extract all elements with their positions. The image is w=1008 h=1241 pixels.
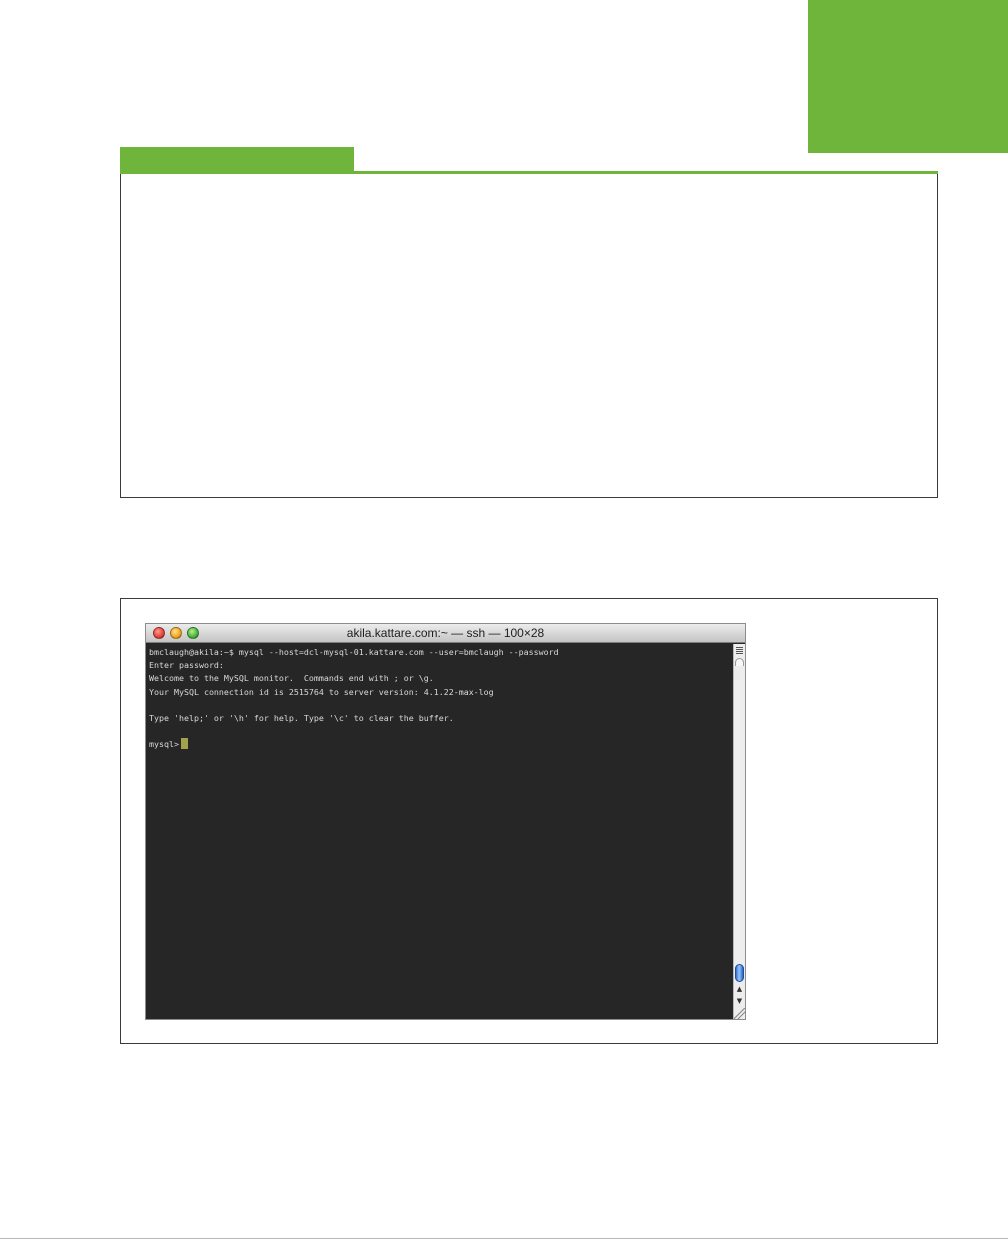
- split-pane-icon[interactable]: [736, 647, 743, 654]
- scroll-track-cap: [735, 658, 744, 666]
- terminal-titlebar[interactable]: akila.kattare.com:~ — ssh — 100×28: [146, 624, 745, 643]
- terminal-output[interactable]: bmclaugh@akila:~$ mysql --host=dcl-mysql…: [146, 644, 734, 1019]
- terminal-line: Type 'help;' or '\h' for help. Type '\c'…: [149, 712, 454, 723]
- terminal-line: Your MySQL connection id is 2515764 to s…: [149, 686, 494, 697]
- text-cursor: [180, 738, 188, 750]
- scroll-up-arrow-icon[interactable]: ▲: [735, 983, 744, 995]
- chapter-corner-tab: [808, 0, 1008, 153]
- mysql-prompt: mysql>: [149, 739, 179, 750]
- page-footer-rule: [0, 1238, 1008, 1239]
- section-header-bar: [120, 147, 354, 172]
- prompt-line[interactable]: mysql>: [149, 738, 734, 751]
- resize-grip-icon[interactable]: [734, 1008, 745, 1019]
- terminal-line: Enter password:: [149, 660, 224, 671]
- vertical-scrollbar[interactable]: ▲ ▼: [733, 644, 745, 1019]
- terminal-window[interactable]: akila.kattare.com:~ — ssh — 100×28 bmcla…: [145, 623, 746, 1020]
- terminal-line: bmclaugh@akila:~$ mysql --host=dcl-mysql…: [149, 647, 559, 657]
- window-title: akila.kattare.com:~ — ssh — 100×28: [346, 626, 545, 640]
- scroll-thumb[interactable]: [735, 964, 744, 982]
- content-box: [120, 174, 938, 498]
- terminal-line: Welcome to the MySQL monitor. Commands e…: [149, 673, 434, 684]
- scroll-down-arrow-icon[interactable]: ▼: [735, 995, 744, 1007]
